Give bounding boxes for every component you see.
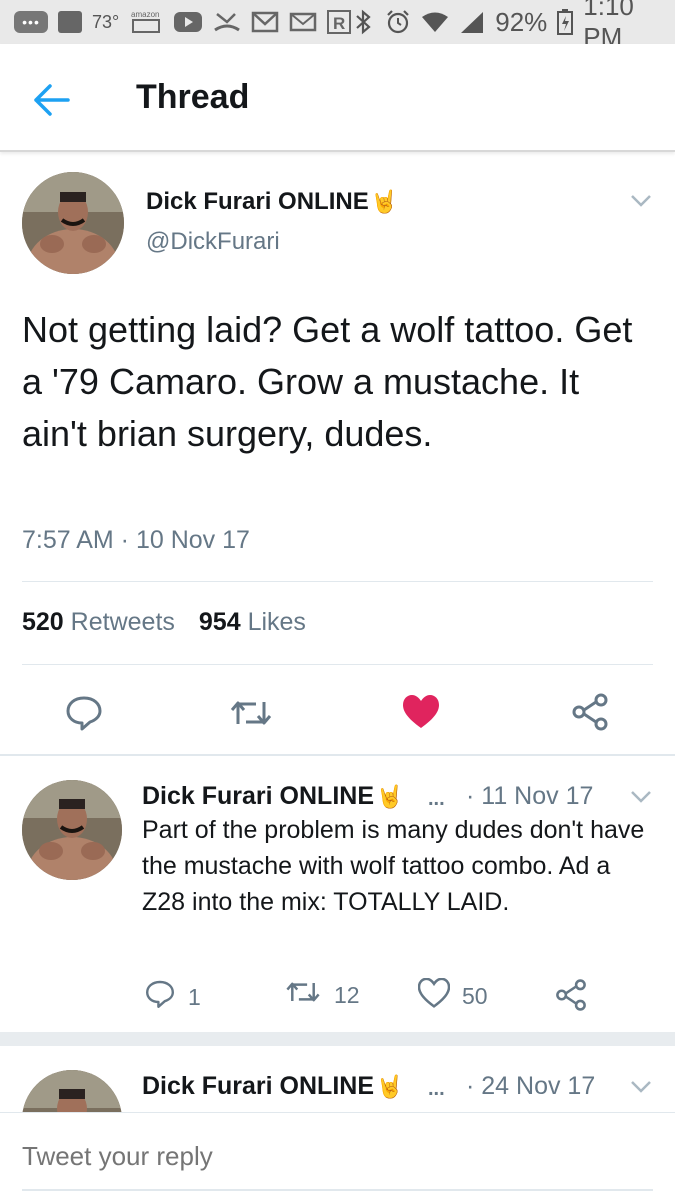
- like-count: 50: [462, 982, 488, 1009]
- avatar[interactable]: [22, 172, 124, 274]
- reply-date: · 24 Nov 17: [466, 1072, 596, 1100]
- share-icon[interactable]: [570, 692, 610, 732]
- retweet-count: 12: [334, 981, 360, 1008]
- music-app-icon: [58, 11, 82, 33]
- reply-author-name[interactable]: Dick Furari ONLINE🤘: [142, 1072, 403, 1101]
- truncation-dots: ...: [428, 1078, 445, 1100]
- retweet-icon: [284, 978, 322, 1012]
- reply-input-underline: [22, 1189, 653, 1191]
- notification-icons: ••• 73° amazon R: [14, 8, 352, 36]
- rock-hand-emoji: 🤘: [370, 189, 399, 214]
- rock-hand-emoji: 🤘: [376, 784, 404, 809]
- tweet-stats: 520 Retweets 954 Likes: [22, 608, 306, 637]
- author-name[interactable]: Dick Furari ONLINE🤘: [146, 188, 398, 216]
- chevron-down-icon[interactable]: [630, 1080, 652, 1094]
- svg-text:amazon: amazon: [131, 10, 159, 19]
- youtube-icon: [173, 11, 203, 33]
- reply-input[interactable]: [22, 1141, 652, 1172]
- reply-share-action[interactable]: [554, 978, 588, 1018]
- battery-percent: 92%: [495, 6, 548, 37]
- wifi-icon: [421, 11, 449, 33]
- reply-count: 1: [188, 983, 201, 1010]
- tweet-text: Not getting laid? Get a wolf tattoo. Get…: [22, 309, 633, 454]
- gmail-icon: [251, 10, 279, 34]
- reply-bar: [0, 1112, 675, 1200]
- back-arrow-icon[interactable]: [30, 82, 74, 118]
- app-header: Thread: [0, 44, 675, 152]
- svg-text:R: R: [333, 14, 345, 33]
- page-title: Thread: [136, 78, 250, 116]
- divider: [0, 1032, 675, 1046]
- author-handle[interactable]: @DickFurari: [146, 228, 280, 256]
- reply-retweet-action[interactable]: 12: [284, 978, 360, 1012]
- likes-stat[interactable]: 954 Likes: [199, 608, 306, 637]
- divider: [0, 754, 675, 756]
- divider: [22, 664, 653, 665]
- status-bar: ••• 73° amazon R 92% 1:10 PM: [0, 0, 675, 52]
- heart-icon: [417, 977, 451, 1014]
- amazon-icon: amazon: [129, 8, 163, 36]
- battery-icon: [557, 9, 574, 35]
- chevron-down-icon[interactable]: [630, 194, 652, 208]
- share-icon: [554, 978, 588, 1018]
- tweet-actions: [0, 688, 675, 738]
- reply-icon[interactable]: [64, 694, 104, 732]
- rock-hand-emoji: 🤘: [376, 1074, 404, 1099]
- r-app-icon: R: [327, 10, 352, 34]
- retweet-icon[interactable]: [228, 696, 274, 730]
- reply-author-name[interactable]: Dick Furari ONLINE🤘: [142, 782, 403, 811]
- heart-icon[interactable]: [402, 694, 440, 730]
- alarm-icon: [385, 9, 411, 35]
- truncation-dots: ...: [428, 788, 445, 810]
- email-icon: [289, 10, 317, 34]
- retweets-stat[interactable]: 520 Retweets: [22, 608, 175, 637]
- more-notifications-icon: •••: [14, 11, 48, 33]
- reply-reply-action[interactable]: 1: [144, 978, 201, 1016]
- reply-date: · 11 Nov 17: [466, 782, 594, 810]
- missed-call-icon: [213, 10, 241, 34]
- signal-icon: [459, 10, 485, 34]
- avatar[interactable]: [22, 780, 122, 880]
- tweet-timestamp: 7:57 AM · 10 Nov 17: [22, 526, 250, 554]
- bluetooth-icon: [351, 9, 375, 35]
- reply-like-action[interactable]: 50: [417, 977, 488, 1014]
- chevron-down-icon[interactable]: [630, 790, 652, 804]
- temperature: 73°: [92, 11, 120, 32]
- reply-text: Part of the problem is many dudes don't …: [142, 816, 645, 916]
- divider: [22, 581, 653, 582]
- reply-icon: [144, 978, 176, 1016]
